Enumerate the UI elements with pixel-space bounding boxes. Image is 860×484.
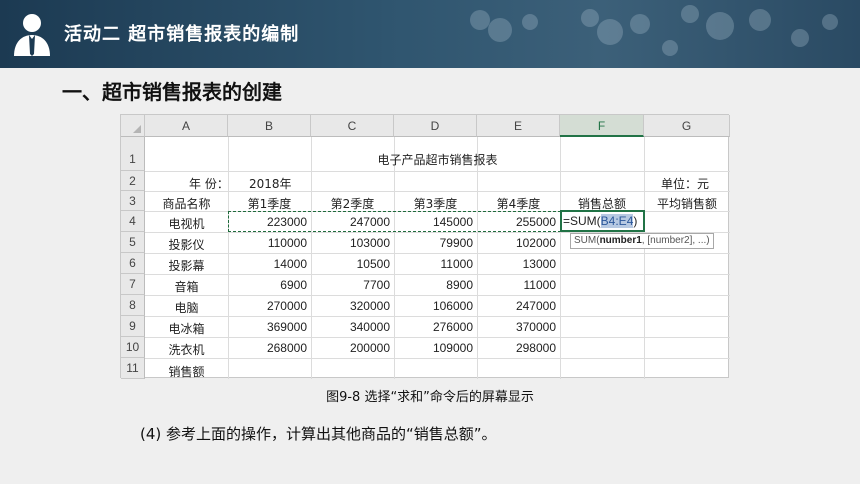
row-header-4[interactable]: 4: [121, 211, 145, 232]
instruction-note: (4) 参考上面的操作，计算出其他商品的“销售总额”。: [140, 425, 497, 443]
businessman-icon: [14, 14, 50, 56]
sales-value-cell[interactable]: 102000: [477, 236, 556, 250]
sales-value-cell[interactable]: 268000: [228, 341, 307, 355]
banner-title: 活动二 超市销售报表的编制: [64, 24, 300, 45]
world-map-decoration: [470, 5, 838, 56]
year-value[interactable]: 2018年: [249, 175, 292, 192]
header-cell[interactable]: 第1季度: [228, 195, 311, 212]
formula-suffix: ): [633, 214, 638, 228]
report-title[interactable]: 电子产品超市销售报表: [145, 151, 730, 168]
header-cell[interactable]: 商品名称: [145, 195, 228, 212]
tooltip-prefix: SUM(: [574, 235, 600, 246]
gridline: [145, 253, 730, 254]
gridline: [145, 191, 730, 192]
header-cell[interactable]: 第3季度: [394, 195, 477, 212]
column-header-f[interactable]: F: [560, 115, 644, 137]
gridline: [145, 171, 730, 172]
sales-value-cell[interactable]: 247000: [477, 299, 556, 313]
figure-caption: 图9-8 选择“求和”命令后的屏幕显示: [326, 390, 534, 405]
total-label[interactable]: 销售额: [145, 363, 228, 380]
function-tooltip[interactable]: SUM(number1, [number2], ...): [570, 233, 714, 249]
sales-value-cell[interactable]: 14000: [228, 257, 307, 271]
unit-label[interactable]: 单位：元: [661, 175, 709, 192]
sales-value-cell[interactable]: 270000: [228, 299, 307, 313]
header-cell[interactable]: 第4季度: [477, 195, 560, 212]
row-header-10[interactable]: 10: [121, 337, 145, 358]
gridline: [145, 358, 730, 359]
sales-value-cell[interactable]: 10500: [311, 257, 390, 271]
product-name-cell[interactable]: 洗衣机: [145, 341, 228, 358]
sales-value-cell[interactable]: 200000: [311, 341, 390, 355]
section-heading: 一、超市销售报表的创建: [62, 80, 282, 104]
sales-value-cell[interactable]: 13000: [477, 257, 556, 271]
sales-value-cell[interactable]: 109000: [394, 341, 473, 355]
column-header-b[interactable]: B: [228, 115, 311, 137]
select-all-corner[interactable]: [121, 115, 145, 137]
sales-value-cell[interactable]: 298000: [477, 341, 556, 355]
gridline: [145, 274, 730, 275]
formula-prefix: =SUM(: [563, 214, 601, 228]
header-cell[interactable]: 平均销售额: [644, 195, 730, 212]
product-name-cell[interactable]: 电冰箱: [145, 320, 228, 337]
gridline: [145, 295, 730, 296]
sales-value-cell[interactable]: 79900: [394, 236, 473, 250]
gridline: [560, 137, 561, 379]
header-banner: 活动二 超市销售报表的编制: [0, 0, 860, 68]
product-name-cell[interactable]: 电脑: [145, 299, 228, 316]
row-header-1[interactable]: 1: [121, 137, 145, 171]
product-name-cell[interactable]: 投影幕: [145, 257, 228, 274]
row-header-11[interactable]: 11: [121, 358, 145, 379]
sales-value-cell[interactable]: 103000: [311, 236, 390, 250]
formula-range-ref: B4:E4: [600, 214, 634, 228]
year-label[interactable]: 年 份：: [189, 175, 229, 192]
row-header-9[interactable]: 9: [121, 316, 145, 337]
row-header-8[interactable]: 8: [121, 295, 145, 316]
sales-value-cell[interactable]: 7700: [311, 278, 390, 292]
sales-value-cell[interactable]: 11000: [477, 278, 556, 292]
column-header-e[interactable]: E: [477, 115, 560, 137]
row-header-7[interactable]: 7: [121, 274, 145, 295]
tooltip-arg1[interactable]: number1: [600, 235, 642, 246]
sales-value-cell[interactable]: 106000: [394, 299, 473, 313]
sales-value-cell[interactable]: 276000: [394, 320, 473, 334]
column-header-c[interactable]: C: [311, 115, 394, 137]
column-header-a[interactable]: A: [145, 115, 228, 137]
sales-value-cell[interactable]: 320000: [311, 299, 390, 313]
gridline: [644, 137, 645, 379]
header-cell[interactable]: 第2季度: [311, 195, 394, 212]
sales-value-cell[interactable]: 110000: [228, 236, 307, 250]
row-header-6[interactable]: 6: [121, 253, 145, 274]
sales-value-cell[interactable]: 340000: [311, 320, 390, 334]
sales-value-cell[interactable]: 6900: [228, 278, 307, 292]
gridline: [145, 337, 730, 338]
column-header-g[interactable]: G: [644, 115, 730, 137]
product-name-cell[interactable]: 投影仪: [145, 236, 228, 253]
copy-marquee-selection: [228, 211, 561, 232]
row-header-5[interactable]: 5: [121, 232, 145, 253]
row-header-3[interactable]: 3: [121, 191, 145, 211]
sales-value-cell[interactable]: 8900: [394, 278, 473, 292]
sales-value-cell[interactable]: 11000: [394, 257, 473, 271]
formula-text[interactable]: =SUM(B4:E4): [563, 214, 637, 228]
column-header-d[interactable]: D: [394, 115, 477, 137]
product-name-cell[interactable]: 电视机: [145, 215, 228, 232]
sales-value-cell[interactable]: 370000: [477, 320, 556, 334]
gridline: [145, 316, 730, 317]
product-name-cell[interactable]: 音箱: [145, 278, 228, 295]
sales-value-cell[interactable]: 369000: [228, 320, 307, 334]
tooltip-rest: , [number2], ...): [641, 235, 710, 246]
row-header-2[interactable]: 2: [121, 171, 145, 191]
